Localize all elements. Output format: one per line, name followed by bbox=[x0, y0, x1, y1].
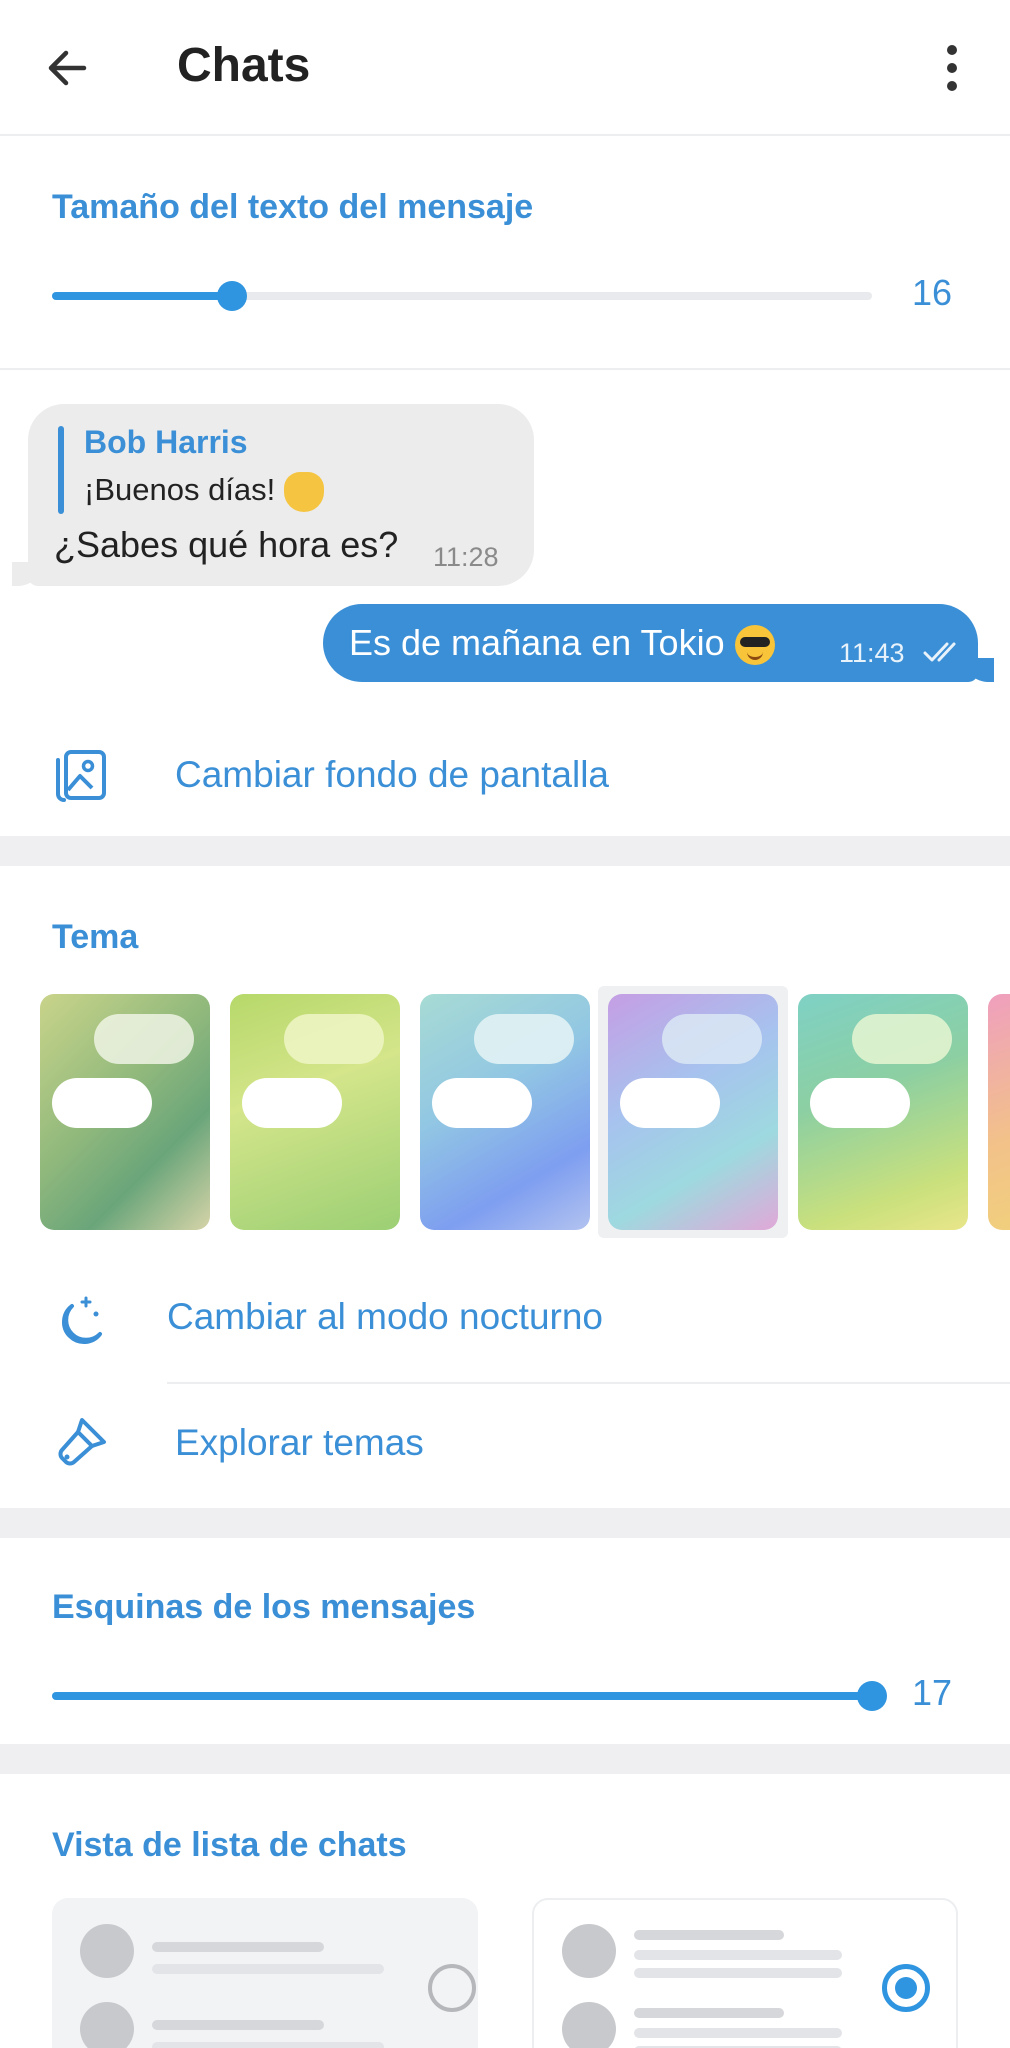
arrow-left-icon bbox=[48, 50, 87, 86]
theme-bubble-preview bbox=[52, 1078, 152, 1128]
section-gap bbox=[0, 1744, 1010, 1774]
text-size-slider[interactable] bbox=[52, 281, 872, 311]
avatar-placeholder bbox=[80, 2002, 134, 2048]
message-corners-slider-fill bbox=[52, 1692, 872, 1700]
outgoing-message-time: 11:43 bbox=[839, 638, 905, 668]
text-size-slider-fill bbox=[52, 292, 233, 300]
app-header: Chats bbox=[0, 0, 1010, 136]
sunglasses-emoji-icon bbox=[734, 625, 775, 666]
brush-icon bbox=[58, 1418, 106, 1466]
text-line-placeholder bbox=[152, 2042, 384, 2048]
reply-sender-name: Bob Harris bbox=[84, 424, 248, 460]
change-wallpaper-row[interactable]: Cambiar fondo de pantalla bbox=[0, 714, 1010, 838]
theme-card-selected[interactable] bbox=[608, 994, 778, 1230]
theme-card[interactable] bbox=[40, 994, 210, 1230]
avatar-placeholder bbox=[562, 2002, 616, 2048]
theme-bubble-preview bbox=[94, 1014, 194, 1064]
browse-themes-row[interactable]: Explorar temas bbox=[0, 1384, 1010, 1508]
chat-list-view-option-three-line[interactable] bbox=[532, 1898, 958, 2048]
text-line-placeholder bbox=[634, 2028, 842, 2038]
radio-button[interactable] bbox=[428, 1964, 476, 2012]
waving-hand-emoji-icon bbox=[283, 472, 324, 512]
outgoing-message-text: Es de mañana en Tokio bbox=[349, 622, 725, 663]
dot-icon bbox=[947, 45, 957, 55]
text-line-placeholder bbox=[634, 1968, 842, 1978]
reply-quote-text: ¡Buenos días! bbox=[84, 472, 276, 508]
back-button[interactable] bbox=[40, 40, 96, 96]
message-corners-title: Esquinas de los mensajes bbox=[52, 1588, 476, 1626]
wallpaper-icon bbox=[56, 750, 106, 802]
theme-bubble-preview bbox=[432, 1078, 532, 1128]
dot-icon bbox=[947, 81, 957, 91]
more-options-button[interactable] bbox=[940, 42, 964, 92]
theme-bubble-preview bbox=[242, 1078, 342, 1128]
theme-bubble-preview bbox=[284, 1014, 384, 1064]
theme-card[interactable] bbox=[798, 994, 968, 1230]
browse-themes-label: Explorar temas bbox=[175, 1422, 424, 1463]
page-title: Chats bbox=[177, 39, 311, 92]
theme-bubble-preview bbox=[810, 1078, 910, 1128]
theme-bubble-preview bbox=[474, 1014, 574, 1064]
avatar-placeholder bbox=[80, 1924, 134, 1978]
divider bbox=[0, 368, 1010, 370]
change-wallpaper-label: Cambiar fondo de pantalla bbox=[175, 754, 610, 795]
chat-list-view-title: Vista de lista de chats bbox=[52, 1826, 407, 1864]
message-corners-slider[interactable] bbox=[52, 1681, 887, 1711]
theme-bubble-preview bbox=[662, 1014, 762, 1064]
theme-bubble-preview bbox=[852, 1014, 952, 1064]
incoming-message-bubble: Bob Harris ¡Buenos días! ¿Sabes qué hora… bbox=[12, 404, 534, 586]
theme-card[interactable] bbox=[988, 994, 1010, 1230]
section-gap bbox=[0, 836, 1010, 866]
radio-button-selected[interactable] bbox=[882, 1964, 930, 2012]
theme-card[interactable] bbox=[420, 994, 590, 1230]
text-size-title: Tamaño del texto del mensaje bbox=[52, 188, 534, 226]
dot-icon bbox=[947, 63, 957, 73]
title-line-placeholder bbox=[152, 2020, 324, 2030]
incoming-message-text: ¿Sabes qué hora es? bbox=[54, 524, 399, 565]
double-check-icon bbox=[923, 642, 956, 662]
text-size-value: 16 bbox=[912, 272, 953, 313]
outgoing-message-bubble: Es de mañana en Tokio 11:43 bbox=[323, 604, 994, 682]
night-mode-row[interactable]: Cambiar al modo nocturno bbox=[0, 1260, 1010, 1384]
theme-bubble-preview bbox=[620, 1078, 720, 1128]
theme-card[interactable] bbox=[230, 994, 400, 1230]
reply-quote: ¡Buenos días! bbox=[84, 472, 324, 512]
avatar-placeholder bbox=[562, 1924, 616, 1978]
chat-list-view-option-two-line[interactable] bbox=[52, 1898, 478, 2048]
moon-stars-icon bbox=[62, 1296, 102, 1344]
night-mode-label: Cambiar al modo nocturno bbox=[167, 1296, 603, 1337]
text-size-slider-thumb[interactable] bbox=[217, 281, 248, 311]
outgoing-message: Es de mañana en Tokio bbox=[349, 622, 775, 666]
message-corners-slider-thumb[interactable] bbox=[857, 1681, 887, 1711]
section-gap bbox=[0, 1508, 1010, 1538]
reply-bar bbox=[58, 426, 64, 514]
theme-title: Tema bbox=[52, 918, 139, 956]
incoming-message-time: 11:28 bbox=[433, 542, 499, 572]
title-line-placeholder bbox=[152, 1942, 324, 1952]
message-corners-value: 17 bbox=[912, 1672, 953, 1713]
title-line-placeholder bbox=[634, 1930, 784, 1940]
text-line-placeholder bbox=[152, 1964, 384, 1974]
title-line-placeholder bbox=[634, 2008, 784, 2018]
text-line-placeholder bbox=[634, 1950, 842, 1960]
